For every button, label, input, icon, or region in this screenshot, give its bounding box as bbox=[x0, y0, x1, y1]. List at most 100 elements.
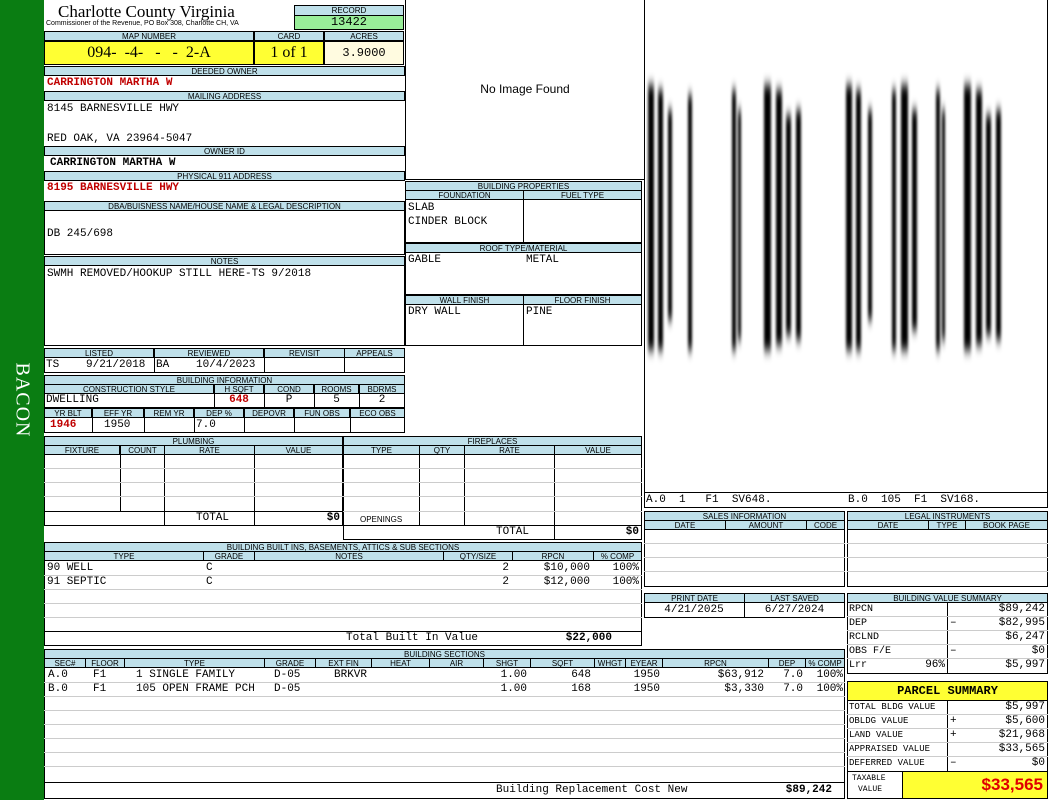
builtin-type: 90 WELL bbox=[47, 562, 94, 574]
acres-label: ACRES bbox=[324, 31, 404, 41]
ps-label-deferred: DEFERRED VALUE bbox=[849, 758, 925, 768]
sec-shgt: 1.00 bbox=[500, 669, 527, 681]
physical-address-label: PHYSICAL 911 ADDRESS bbox=[44, 171, 405, 181]
mailing-label: MAILING ADDRESS bbox=[44, 91, 405, 101]
legal-row-line bbox=[847, 571, 1048, 572]
sec-number: B.0 bbox=[48, 683, 68, 695]
ps-label-obldg: OBLDG VALUE bbox=[849, 716, 909, 726]
vs-pct-lrr: 96% bbox=[925, 659, 945, 671]
cond-value: P bbox=[285, 394, 293, 406]
ps-label-appraised: APPRAISED VALUE bbox=[849, 744, 931, 754]
sketch-drawing bbox=[648, 85, 1001, 350]
mailing-line2: RED OAK, VA 23964-5047 bbox=[47, 133, 193, 145]
sec-eyear: 1950 bbox=[633, 669, 660, 681]
listed-date: 9/21/2018 bbox=[86, 359, 146, 371]
builtin-total: $22,000 bbox=[565, 632, 612, 644]
owner-id-label: OWNER ID bbox=[44, 146, 405, 156]
review-divider-1 bbox=[154, 357, 155, 373]
parcel-summary-title: PARCEL SUMMARY bbox=[847, 681, 1048, 701]
taxable-label-1: TAXABLE bbox=[852, 774, 886, 783]
replacement-cost-value: $89,242 bbox=[785, 784, 832, 796]
pl-row-line bbox=[44, 482, 343, 483]
sec-row-line bbox=[44, 752, 845, 753]
reviewed-by: BA bbox=[156, 359, 170, 371]
sales-row-line bbox=[644, 571, 845, 572]
map-number: 094- -4- - - 2-A bbox=[44, 41, 254, 65]
roof-type: GABLE bbox=[408, 254, 442, 266]
sec-row-line bbox=[44, 696, 845, 697]
sidebar-label: BACON bbox=[11, 362, 34, 438]
fp-div-2 bbox=[464, 454, 465, 526]
card-value: 1 of 1 bbox=[254, 41, 324, 65]
sec-rpcn: $63,912 bbox=[717, 669, 764, 681]
fp-row-line bbox=[343, 511, 642, 512]
record-value: 13422 bbox=[294, 15, 404, 30]
builtin-qty: 2 bbox=[502, 562, 509, 574]
fp-row-line bbox=[343, 496, 642, 497]
construction-style: DWELLING bbox=[46, 394, 99, 406]
dep-percent: 7.0 bbox=[196, 419, 216, 431]
sec-sqft: 648 bbox=[571, 669, 591, 681]
sec-floor: F1 bbox=[93, 683, 107, 695]
card-label: CARD bbox=[254, 31, 324, 41]
fireplace-total: $0 bbox=[625, 526, 639, 538]
sketch-caption-rule bbox=[644, 492, 1048, 493]
sec-dep: 7.0 bbox=[783, 669, 803, 681]
hsqft-value: 648 bbox=[229, 394, 249, 406]
fp-row-line bbox=[343, 482, 642, 483]
plumbing-total-label: TOTAL bbox=[196, 512, 230, 524]
builtin-comp: 100% bbox=[612, 562, 639, 574]
builtin-total-label: Total Built In Value bbox=[346, 632, 479, 644]
reviewed-date: 10/4/2023 bbox=[196, 359, 256, 371]
ps-label-land: LAND VALUE bbox=[849, 730, 904, 740]
ps-value-total-bldg: $5,997 bbox=[1005, 701, 1045, 713]
owner-id: CARRINGTON MARTHA W bbox=[50, 157, 176, 169]
sec-rpcn: $3,330 bbox=[724, 683, 764, 695]
bi-row-line bbox=[44, 589, 642, 590]
ps-value-land: $21,968 bbox=[998, 729, 1045, 741]
sec-grade: D-05 bbox=[274, 669, 301, 681]
commissioner-line: Commissioner of the Revenue, PO Box 308,… bbox=[46, 20, 239, 27]
bi2-div-5 bbox=[294, 417, 295, 433]
bi-row-line bbox=[44, 617, 642, 618]
sec-eyear: 1950 bbox=[633, 683, 660, 695]
sec-type: 105 OPEN FRAME PCH bbox=[136, 683, 255, 695]
foundation-divider bbox=[523, 199, 524, 243]
mailing-line1: 8145 BARNESVILLE HWY bbox=[47, 103, 180, 115]
review-divider-2 bbox=[264, 357, 265, 373]
fp-div-1 bbox=[419, 454, 420, 526]
finish-divider bbox=[523, 304, 524, 346]
vs-label-rclnd: RCLND bbox=[849, 632, 880, 643]
foundation-1: SLAB bbox=[408, 202, 435, 214]
no-image-text: No Image Found bbox=[480, 82, 570, 96]
sec-number: A.0 bbox=[48, 669, 68, 681]
vs-label-lrr: Lrr bbox=[849, 660, 868, 671]
fireplace-total-label: TOTAL bbox=[496, 526, 530, 538]
rooms-value: 5 bbox=[333, 394, 340, 406]
builtin-type: 91 SEPTIC bbox=[47, 576, 107, 588]
sec-total-line bbox=[44, 782, 845, 783]
sales-row-line bbox=[644, 543, 845, 544]
pl-row-line bbox=[44, 468, 343, 469]
ps-label-total-bldg: TOTAL BLDG VALUE bbox=[849, 702, 936, 712]
foundation-2: CINDER BLOCK bbox=[408, 216, 488, 228]
vs-value-dep: $82,995 bbox=[998, 617, 1045, 629]
sec-row-line bbox=[44, 738, 845, 739]
legal-grid bbox=[847, 529, 1048, 587]
legal-row-line bbox=[847, 543, 1048, 544]
bi2-div-6 bbox=[350, 417, 351, 433]
sec-row-line bbox=[44, 766, 845, 767]
openings-label: OPENINGS bbox=[360, 515, 403, 524]
sketch-caption-b: B.0 105 F1 SV168. bbox=[848, 494, 981, 506]
sales-row-line bbox=[644, 557, 845, 558]
sec-grade: D-05 bbox=[274, 683, 301, 695]
ps-value-deferred: $0 bbox=[1031, 757, 1045, 769]
wall-finish: DRY WALL bbox=[408, 306, 461, 318]
vs-divider bbox=[947, 602, 948, 674]
sec-shgt: 1.00 bbox=[500, 683, 527, 695]
sketch-caption-a: A.0 1 F1 SV648. bbox=[646, 494, 772, 506]
sec-dep: 7.0 bbox=[783, 683, 803, 695]
ps-value-appraised: $33,565 bbox=[998, 743, 1045, 755]
builtin-grade: C bbox=[206, 562, 213, 574]
deeded-owner: CARRINGTON MARTHA W bbox=[47, 77, 173, 89]
